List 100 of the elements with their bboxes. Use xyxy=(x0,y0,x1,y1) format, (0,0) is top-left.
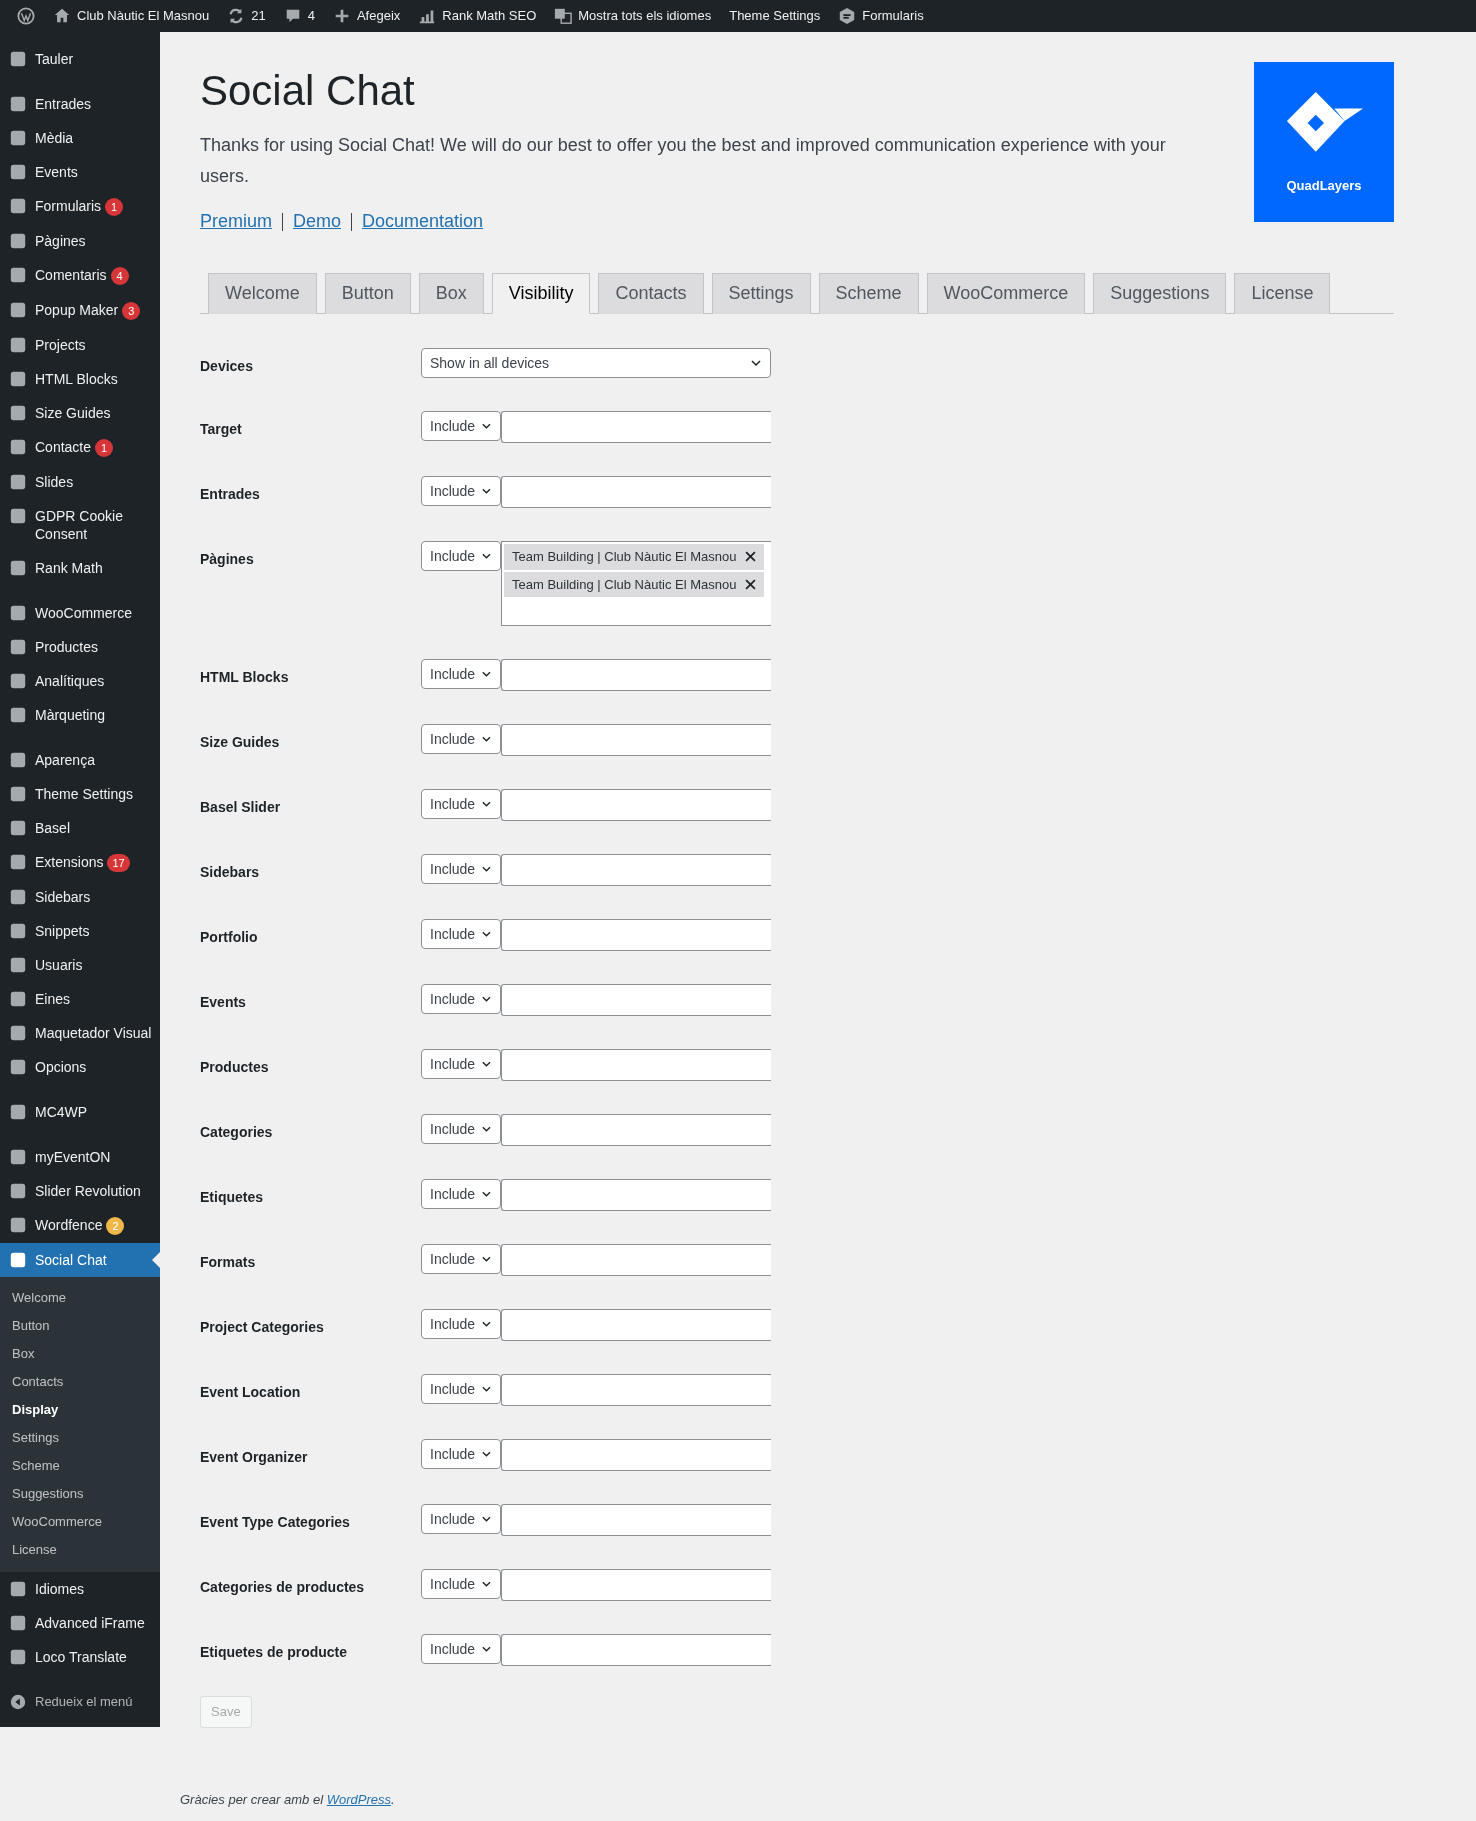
submenu-item[interactable]: License xyxy=(0,1536,160,1564)
menu-item[interactable]: Opcions xyxy=(0,1050,160,1084)
select-field[interactable]: Include xyxy=(421,1569,501,1599)
select-field[interactable]: Include xyxy=(421,1049,501,1079)
menu-item[interactable]: Aparença xyxy=(0,743,160,777)
menu-item[interactable]: Formularis 1 xyxy=(0,189,160,224)
input-field[interactable] xyxy=(501,1374,771,1406)
input-field[interactable] xyxy=(501,1634,771,1666)
select-field[interactable]: Show in all devices xyxy=(421,348,771,378)
menu-item[interactable]: WooCommerce xyxy=(0,596,160,630)
tag[interactable]: Team Building | Club Nàutic El Masnou xyxy=(504,544,764,570)
menu-item[interactable]: Slides xyxy=(0,465,160,499)
menu-item[interactable]: Entrades xyxy=(0,87,160,121)
close-icon[interactable] xyxy=(744,578,756,590)
menu-item[interactable]: Basel xyxy=(0,811,160,845)
select-field[interactable]: Include xyxy=(421,789,501,819)
menu-item[interactable]: Advanced iFrame xyxy=(0,1606,160,1640)
tab[interactable]: Welcome xyxy=(208,273,317,314)
menu-item[interactable]: Rank Math xyxy=(0,551,160,585)
menu-item[interactable]: Màrqueting xyxy=(0,698,160,732)
menu-item[interactable]: Pàgines xyxy=(0,224,160,258)
input-field[interactable] xyxy=(501,724,771,756)
menu-item[interactable]: Maquetador Visual xyxy=(0,1016,160,1050)
submenu-item[interactable]: Button xyxy=(0,1312,160,1340)
wordpress-icon[interactable] xyxy=(17,7,35,25)
tab[interactable]: Box xyxy=(418,273,484,314)
tab[interactable]: WooCommerce xyxy=(926,273,1086,314)
menu-item[interactable]: MC4WP xyxy=(0,1095,160,1129)
select-field[interactable]: Include xyxy=(421,919,501,949)
tag-input-field[interactable]: Team Building | Club Nàutic El Masnou Team Building | Club Nàutic El Masnou xyxy=(501,541,771,626)
select-field[interactable]: Include xyxy=(421,1374,501,1404)
select-field[interactable]: Include xyxy=(421,541,501,571)
select-field[interactable]: Include xyxy=(421,1244,501,1274)
input-field[interactable] xyxy=(501,854,771,886)
select-field[interactable]: Include xyxy=(421,854,501,884)
toolbar-link[interactable]: Theme Settings xyxy=(729,6,821,26)
input-field[interactable] xyxy=(501,1439,771,1471)
wordpress-link[interactable]: WordPress xyxy=(326,1792,391,1807)
menu-item[interactable]: myEventON xyxy=(0,1140,160,1174)
input-field[interactable] xyxy=(501,1114,771,1146)
link[interactable]: Premium xyxy=(200,208,272,235)
select-field[interactable]: Include xyxy=(421,984,501,1014)
input-field[interactable] xyxy=(501,919,771,951)
menu-item[interactable]: Events xyxy=(0,155,160,189)
menu-item[interactable]: Loco Translate xyxy=(0,1640,160,1674)
submenu-item[interactable]: Settings xyxy=(0,1424,160,1452)
collapse-menu-button[interactable]: Redueix el menú xyxy=(0,1685,160,1719)
link[interactable]: Documentation xyxy=(362,208,484,235)
menu-item[interactable]: Productes xyxy=(0,630,160,664)
input-field[interactable] xyxy=(501,789,771,821)
input-field[interactable] xyxy=(501,659,771,691)
menu-item[interactable]: Mèdia xyxy=(0,121,160,155)
input-field[interactable] xyxy=(501,476,771,508)
menu-item[interactable]: Extensions 17 xyxy=(0,845,160,880)
input-field[interactable] xyxy=(501,984,771,1016)
input-field[interactable] xyxy=(501,1504,771,1536)
menu-item[interactable]: Comentaris 4 xyxy=(0,258,160,293)
menu-item[interactable]: GDPR Cookie Consent xyxy=(0,499,160,551)
tab[interactable]: Contacts xyxy=(598,273,704,314)
input-field[interactable] xyxy=(501,1309,771,1341)
select-field[interactable]: Include xyxy=(421,1309,501,1339)
select-field[interactable]: Include xyxy=(421,1634,501,1664)
tab[interactable]: Suggestions xyxy=(1093,273,1227,314)
toolbar-link[interactable]: Afegeix xyxy=(356,6,401,26)
menu-item[interactable]: Analítiques xyxy=(0,664,160,698)
menu-item[interactable]: Social Chat xyxy=(0,1243,160,1277)
link[interactable]: Demo xyxy=(293,208,342,235)
tab[interactable]: License xyxy=(1234,273,1331,314)
tab[interactable]: Scheme xyxy=(818,273,919,314)
submenu-item[interactable]: Welcome xyxy=(0,1284,160,1312)
toolbar-link[interactable]: Formularis xyxy=(862,6,924,26)
submenu-item[interactable]: Scheme xyxy=(0,1452,160,1480)
select-field[interactable]: Include xyxy=(421,476,501,506)
menu-item[interactable]: Contacte 1 xyxy=(0,430,160,465)
submenu-item[interactable]: Box xyxy=(0,1340,160,1368)
toolbar-link[interactable]: Mostra tots els idiomes xyxy=(578,6,712,26)
input-field[interactable] xyxy=(501,1049,771,1081)
menu-item[interactable]: Size Guides xyxy=(0,396,160,430)
toolbar-link[interactable]: 21 xyxy=(251,6,266,26)
close-icon[interactable] xyxy=(744,551,756,563)
menu-item[interactable]: Projects xyxy=(0,328,160,362)
menu-item[interactable]: Popup Maker 3 xyxy=(0,293,160,328)
menu-item[interactable]: Tauler xyxy=(0,42,160,76)
input-field[interactable] xyxy=(501,411,771,443)
menu-item[interactable]: Sidebars xyxy=(0,880,160,914)
menu-item[interactable]: Idiomes xyxy=(0,1572,160,1606)
select-field[interactable]: Include xyxy=(421,724,501,754)
submenu-item[interactable]: Contacts xyxy=(0,1368,160,1396)
menu-item[interactable]: Eines xyxy=(0,982,160,1016)
select-field[interactable]: Include xyxy=(421,1114,501,1144)
select-field[interactable]: Include xyxy=(421,1179,501,1209)
menu-item[interactable]: Wordfence 2 xyxy=(0,1208,160,1243)
submenu-item[interactable]: Suggestions xyxy=(0,1480,160,1508)
select-field[interactable]: Include xyxy=(421,1439,501,1469)
menu-item[interactable]: Slider Revolution xyxy=(0,1174,160,1208)
input-field[interactable] xyxy=(501,1569,771,1601)
site-name-link[interactable]: Club Nàutic El Masnou xyxy=(77,6,210,26)
menu-item[interactable]: Theme Settings xyxy=(0,777,160,811)
submenu-item[interactable]: WooCommerce xyxy=(0,1508,160,1536)
input-field[interactable] xyxy=(501,1179,771,1211)
